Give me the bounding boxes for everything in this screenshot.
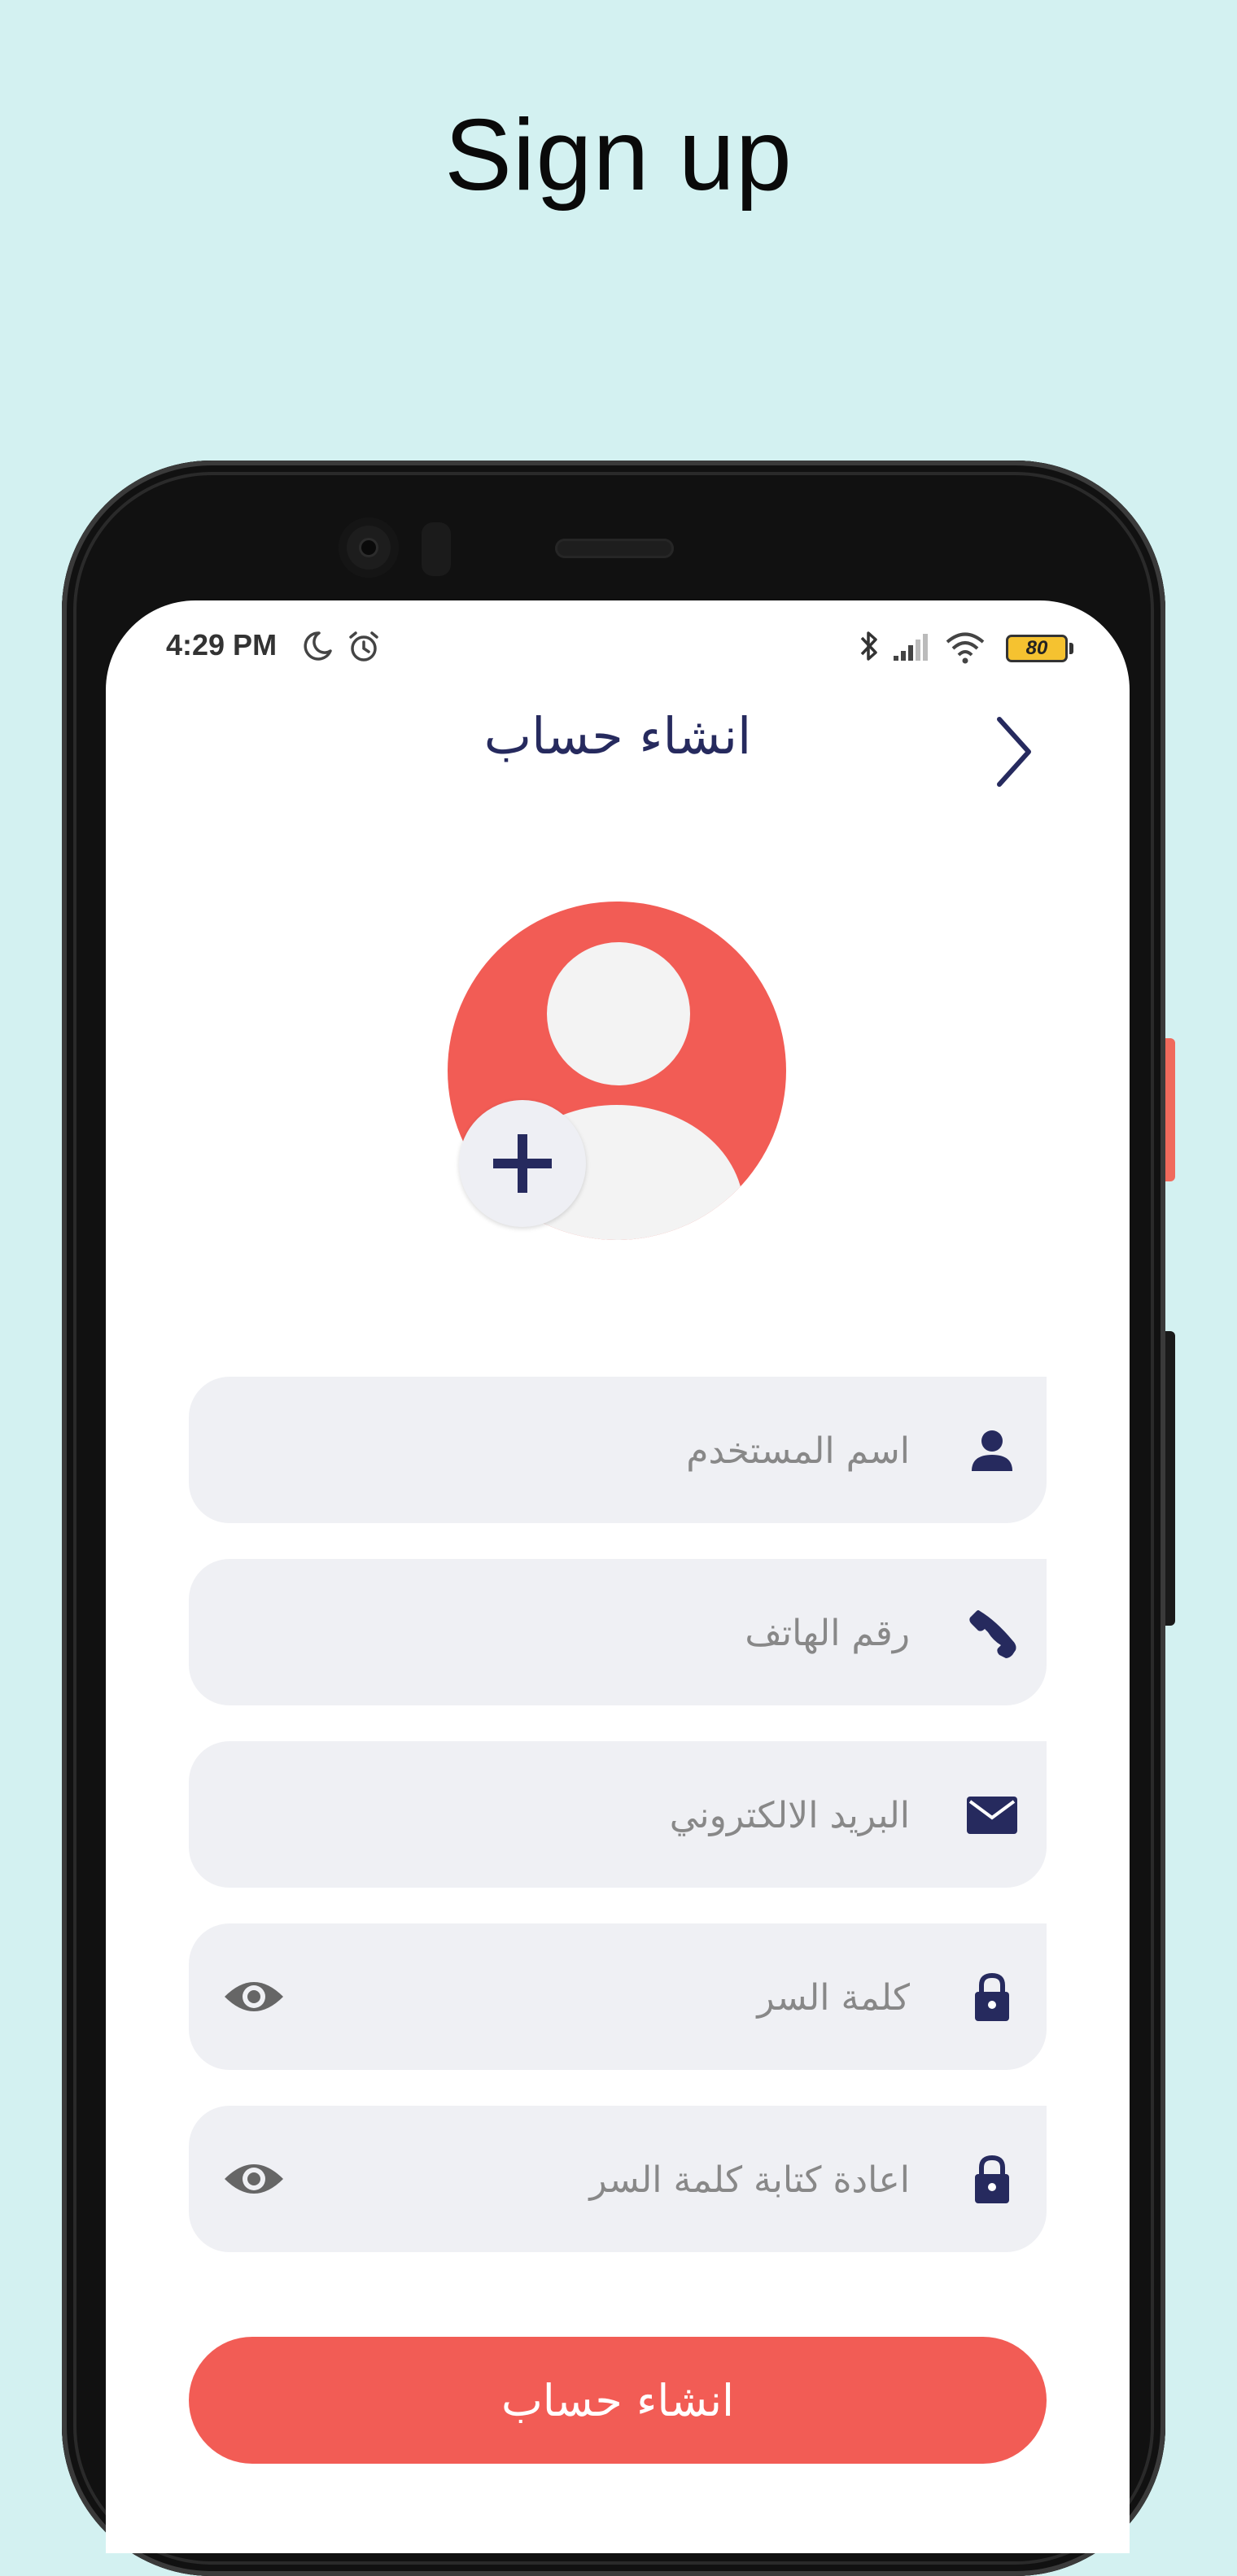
user-icon: [972, 1430, 1012, 1471]
lock-icon: [975, 1972, 1009, 2021]
plus-icon: [493, 1134, 552, 1193]
bluetooth-icon: [860, 631, 877, 661]
earpiece-speaker: [555, 539, 674, 558]
signal-icon: [894, 634, 928, 661]
promo-title: Sign up: [444, 99, 793, 212]
lock-icon: [975, 2155, 1009, 2203]
email-input[interactable]: [290, 1782, 911, 1849]
mail-icon: [967, 1797, 1017, 1834]
chevron-right-icon[interactable]: [990, 713, 1038, 791]
alarm-icon: [349, 631, 378, 661]
username-input[interactable]: [290, 1417, 911, 1484]
phone-power-button: [1165, 1331, 1175, 1626]
password-input[interactable]: [290, 1964, 911, 2031]
username-field[interactable]: [189, 1377, 1047, 1523]
phone-icon: [969, 1610, 1016, 1658]
add-photo-button[interactable]: [459, 1100, 586, 1227]
create-account-button[interactable]: انشاء حساب: [189, 2337, 1047, 2464]
status-time: 4:29 PM: [166, 628, 278, 661]
phone-field[interactable]: [189, 1559, 1047, 1705]
avatar-head: [547, 942, 690, 1085]
wifi-icon: [946, 632, 985, 664]
confirm-password-field[interactable]: [189, 2106, 1047, 2252]
front-camera: [339, 517, 399, 578]
password-field[interactable]: [189, 1923, 1047, 2070]
proximity-sensor: [422, 522, 451, 576]
email-field[interactable]: [189, 1741, 1047, 1888]
phone-screen: 4:29 PM 80 انشاء حساب اسم المستخدم رقم ا…: [106, 600, 1130, 2553]
phone-input[interactable]: [290, 1600, 911, 1666]
eye-icon[interactable]: [223, 2156, 285, 2202]
page-title: انشاء حساب: [483, 706, 752, 766]
confirm-password-input[interactable]: [290, 2146, 911, 2213]
battery-icon: 80: [1006, 635, 1073, 662]
moon-icon: [304, 631, 332, 661]
phone-side-button: [1165, 1038, 1175, 1181]
eye-icon[interactable]: [223, 1974, 285, 2019]
